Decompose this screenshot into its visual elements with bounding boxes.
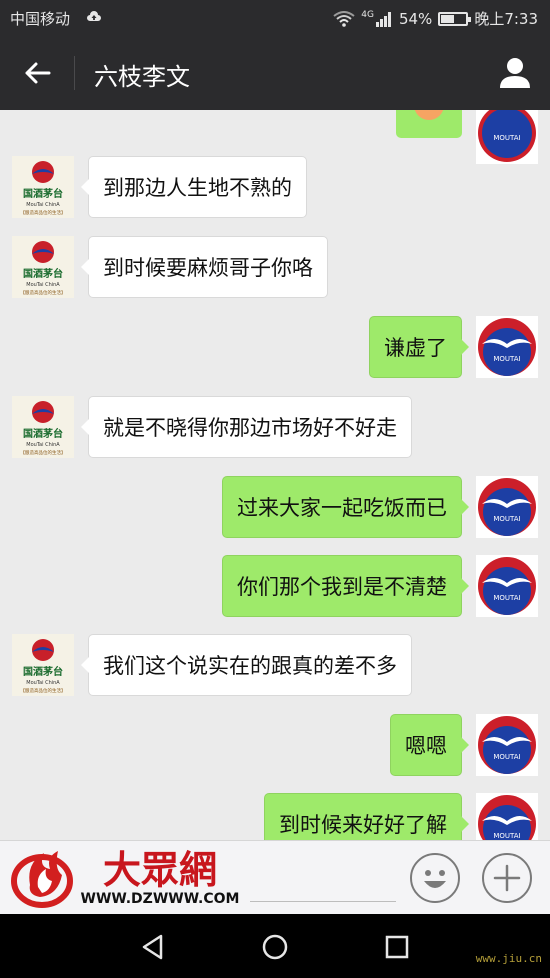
avatar-self[interactable]: MOUTAI [476, 316, 538, 378]
svg-text:MOUTAI: MOUTAI [493, 515, 520, 523]
smiley-icon [424, 870, 446, 888]
svg-text:【酿造高品位的生活】: 【酿造高品位的生活】 [21, 209, 66, 216]
input-bar: 大眾網 WWW.DZWWW.COM [0, 840, 550, 914]
avatar-self[interactable]: MOUTAI [476, 476, 538, 538]
more-button[interactable] [482, 853, 532, 903]
message-row: MOUTAI 谦虚了 [0, 316, 550, 378]
svg-text:MOUTAI: MOUTAI [493, 594, 520, 602]
person-icon [500, 58, 530, 88]
svg-text:国酒茅台: 国酒茅台 [23, 187, 63, 200]
svg-text:【酿造高品位的生活】: 【酿造高品位的生活】 [21, 289, 66, 296]
svg-text:MOUTAI: MOUTAI [493, 355, 520, 363]
triangle-back-icon [142, 934, 163, 960]
profile-button[interactable] [496, 54, 534, 92]
message-bubble-incoming[interactable]: 到时候要麻烦哥子你咯 [81, 236, 328, 298]
svg-text:MOUTAI: MOUTAI [493, 832, 520, 840]
message-row: 国酒茅台 MouTai ChinA 【酿造高品位的生活】 到时候要麻烦哥子你咯 [0, 236, 550, 298]
message-bubble-outgoing[interactable]: 谦虚了 [369, 316, 469, 378]
avatar-self[interactable]: MOUTAI [476, 793, 538, 840]
svg-text:【酿造高品位的生活】: 【酿造高品位的生活】 [21, 449, 66, 456]
sticker-fragment [414, 110, 444, 120]
header-divider [74, 56, 75, 90]
logo-text: 大眾網 [103, 847, 217, 892]
cloud-upload-icon [87, 11, 101, 21]
avatar-contact[interactable]: 国酒茅台 MouTai ChinA 【酿造高品位的生活】 [12, 634, 74, 696]
corner-watermark: www.jiu.cn [475, 952, 542, 965]
avatar-contact[interactable]: 国酒茅台 MouTai ChinA 【酿造高品位的生活】 [12, 396, 74, 458]
message-row: MOUTAI 过来大家一起吃饭而已 [0, 476, 550, 538]
message-input[interactable] [250, 901, 396, 902]
circle-home-icon [262, 934, 288, 960]
message-bubble-outgoing[interactable]: 过来大家一起吃饭而已 [222, 476, 469, 538]
message-row: 国酒茅台 MouTai ChinA 【酿造高品位的生活】 我们这个说实在的跟真的差不多 [0, 634, 550, 696]
network-type: 4G [361, 9, 374, 20]
carrier-label: 中国移动 [10, 10, 71, 28]
flame-emblem-icon [11, 851, 73, 908]
square-recent-icon [385, 935, 409, 959]
message-bubble-outgoing[interactable]: 到时候来好好了解 [264, 793, 469, 840]
message-bubble-incoming[interactable]: 我们这个说实在的跟真的差不多 [81, 634, 412, 696]
status-bar: 中国移动 4G 54% 晚上7:33 [0, 0, 550, 36]
avatar-contact[interactable]: 国酒茅台 MouTai ChinA 【酿造高品位的生活】 [12, 236, 74, 298]
message-row: 国酒茅台 MouTai ChinA 【酿造高品位的生活】 就是不晓得你那边市场好不好走 [0, 396, 550, 458]
svg-text:MOUTAI: MOUTAI [493, 134, 520, 142]
chat-header: 六枝李文 [0, 36, 550, 110]
wifi-icon [333, 10, 355, 27]
dzwww-logo: 大眾網 WWW.DZWWW.COM [10, 845, 246, 909]
system-nav-bar: www.jiu.cn [0, 914, 550, 978]
avatar-self[interactable]: MOUTAI [476, 714, 538, 776]
nav-recent-button[interactable] [380, 930, 414, 964]
message-list[interactable]: MOUTAI 国酒茅台 MouTai ChinA 【酿造高品位的生活】 到那边人生地不… [0, 110, 550, 840]
svg-text:MOUTAI: MOUTAI [493, 753, 520, 761]
chat-title: 六枝李文 [94, 63, 190, 91]
nav-home-button[interactable] [258, 930, 292, 964]
signal-icon [375, 11, 391, 27]
svg-text:国酒茅台: 国酒茅台 [23, 665, 63, 678]
message-bubble-outgoing[interactable]: 你们那个我到是不清楚 [222, 555, 469, 617]
arrow-left-icon [25, 62, 51, 84]
svg-text:MouTai ChinA: MouTai ChinA [26, 282, 60, 288]
svg-text:国酒茅台: 国酒茅台 [23, 427, 63, 440]
svg-text:【酿造高品位的生活】: 【酿造高品位的生活】 [21, 687, 66, 694]
avatar-contact[interactable]: 国酒茅台 MouTai ChinA 【酿造高品位的生活】 [12, 156, 74, 218]
message-row: MOUTAI 到时候来好好了解 [0, 793, 550, 840]
svg-text:MouTai ChinA: MouTai ChinA [26, 442, 60, 448]
battery-icon [438, 11, 472, 26]
svg-text:MouTai ChinA: MouTai ChinA [26, 680, 60, 686]
message-bubble-incoming[interactable]: 到那边人生地不熟的 [81, 156, 307, 218]
svg-text:MouTai ChinA: MouTai ChinA [26, 202, 60, 208]
svg-text:国酒茅台: 国酒茅台 [23, 267, 63, 280]
message-bubble-partial[interactable] [396, 110, 462, 138]
back-button[interactable] [14, 54, 60, 92]
plus-icon [493, 864, 521, 892]
message-row: MOUTAI 嗯嗯 [0, 714, 550, 776]
clock: 晚上7:33 [474, 10, 538, 28]
message-bubble-incoming[interactable]: 就是不晓得你那边市场好不好走 [81, 396, 412, 458]
logo-url: WWW.DZWWW.COM [81, 891, 240, 907]
message-bubble-outgoing[interactable]: 嗯嗯 [390, 714, 469, 776]
battery-percent: 54% [398, 9, 433, 28]
message-row: 国酒茅台 MouTai ChinA 【酿造高品位的生活】 到那边人生地不熟的 [0, 156, 550, 218]
emoji-button[interactable] [410, 853, 460, 903]
nav-back-button[interactable] [136, 930, 170, 964]
battery-fill [441, 14, 455, 23]
avatar-self[interactable]: MOUTAI [476, 555, 538, 617]
message-row: MOUTAI 你们那个我到是不清楚 [0, 555, 550, 617]
